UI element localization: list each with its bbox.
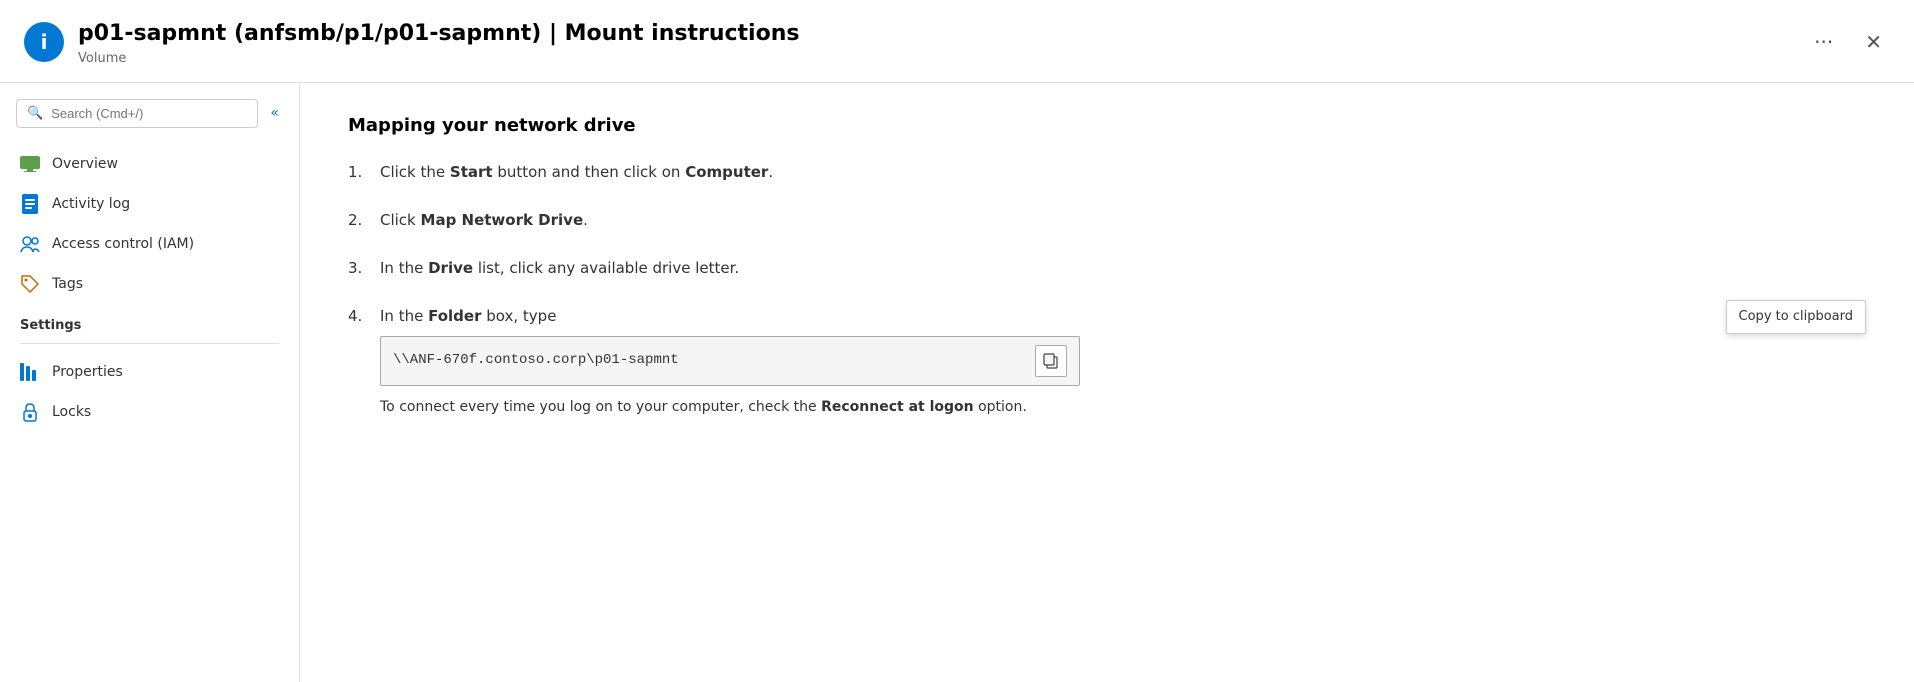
- content-area: Mapping your network drive Click the Sta…: [300, 83, 1914, 682]
- step-4-content: In the Folder box, type Copy to clipboar…: [380, 304, 1866, 418]
- sidebar-item-access-control[interactable]: Access control (IAM): [0, 224, 299, 264]
- folder-box-container: Copy to clipboard \\ANF-670f.contoso.cor…: [380, 336, 1866, 418]
- copy-icon: [1043, 353, 1059, 369]
- search-icon: 🔍: [27, 106, 43, 121]
- sidebar-item-activity-log-label: Activity log: [52, 196, 130, 212]
- header-actions: ··· ✕: [1806, 26, 1890, 58]
- step-2-bold1: Map Network Drive: [421, 211, 584, 229]
- reconnect-text2: option.: [974, 399, 1027, 415]
- more-options-button[interactable]: ···: [1806, 26, 1841, 58]
- sidebar-item-properties[interactable]: Properties: [0, 352, 299, 392]
- header-text: p01-sapmnt (anfsmb/p1/p01-sapmnt) | Moun…: [78, 20, 1790, 66]
- sidebar-item-activity-log[interactable]: Activity log: [0, 184, 299, 224]
- page-title: p01-sapmnt (anfsmb/p1/p01-sapmnt) | Moun…: [78, 20, 1790, 49]
- resource-type: Volume: [78, 51, 1790, 66]
- step-3: In the Drive list, click any available d…: [348, 256, 1866, 280]
- step-3-bold1: Drive: [428, 259, 473, 277]
- search-container: 🔍 «: [0, 99, 299, 144]
- overview-icon: [20, 154, 40, 174]
- step-1-bold2: Computer: [685, 163, 768, 181]
- sidebar-item-tags-label: Tags: [52, 276, 83, 292]
- reconnect-note: To connect every time you log on to your…: [380, 396, 1080, 418]
- settings-section-header: Settings: [0, 304, 299, 339]
- step-3-text2: list, click any available drive letter.: [473, 259, 739, 277]
- step-1-content: Click the Start button and then click on…: [380, 160, 1866, 184]
- sidebar-item-overview-label: Overview: [52, 156, 118, 172]
- step-4-text1: In the: [380, 307, 428, 325]
- step-2-text1: Click: [380, 211, 421, 229]
- search-box[interactable]: 🔍: [16, 99, 258, 128]
- close-button[interactable]: ✕: [1857, 26, 1890, 58]
- step-3-content: In the Drive list, click any available d…: [380, 256, 1866, 280]
- sidebar-item-access-control-label: Access control (IAM): [52, 236, 194, 252]
- tags-icon: [20, 274, 40, 294]
- collapse-sidebar-button[interactable]: «: [266, 101, 283, 125]
- step-3-text1: In the: [380, 259, 428, 277]
- sidebar-item-properties-label: Properties: [52, 364, 123, 380]
- properties-icon: [20, 362, 40, 382]
- sidebar-item-locks-label: Locks: [52, 404, 91, 420]
- step-2: Click Map Network Drive.: [348, 208, 1866, 232]
- sidebar-item-overview[interactable]: Overview: [0, 144, 299, 184]
- folder-input-wrapper: \\ANF-670f.contoso.corp\p01-sapmnt: [380, 336, 1080, 386]
- step-1-text3: .: [768, 163, 773, 181]
- page-header: i p01-sapmnt (anfsmb/p1/p01-sapmnt) | Mo…: [0, 0, 1914, 83]
- section-title: Mapping your network drive: [348, 115, 1866, 136]
- step-2-text2: .: [583, 211, 588, 229]
- copy-to-clipboard-button[interactable]: [1035, 345, 1067, 377]
- locks-icon: [20, 402, 40, 422]
- activity-log-icon: [20, 194, 40, 214]
- sidebar: 🔍 « Overview: [0, 83, 300, 682]
- settings-divider: [20, 343, 279, 344]
- step-1-bold1: Start: [450, 163, 493, 181]
- step-1-text1: Click the: [380, 163, 450, 181]
- sidebar-item-tags[interactable]: Tags: [0, 264, 299, 304]
- step-4-text2: box, type: [482, 307, 557, 325]
- step-4: In the Folder box, type Copy to clipboar…: [348, 304, 1866, 418]
- folder-path-value: \\ANF-670f.contoso.corp\p01-sapmnt: [393, 349, 1027, 371]
- search-input[interactable]: [51, 106, 247, 121]
- reconnect-text1: To connect every time you log on to your…: [380, 399, 821, 415]
- sidebar-item-locks[interactable]: Locks: [0, 392, 299, 432]
- resource-icon: i: [24, 22, 64, 62]
- step-1: Click the Start button and then click on…: [348, 160, 1866, 184]
- copy-tooltip: Copy to clipboard: [1726, 300, 1866, 335]
- step-2-content: Click Map Network Drive.: [380, 208, 1866, 232]
- instructions-list: Click the Start button and then click on…: [348, 160, 1866, 418]
- reconnect-bold: Reconnect at logon: [821, 399, 974, 415]
- step-4-bold1: Folder: [428, 307, 481, 325]
- access-control-icon: [20, 234, 40, 254]
- step-1-text2: button and then click on: [493, 163, 686, 181]
- main-layout: 🔍 « Overview: [0, 83, 1914, 682]
